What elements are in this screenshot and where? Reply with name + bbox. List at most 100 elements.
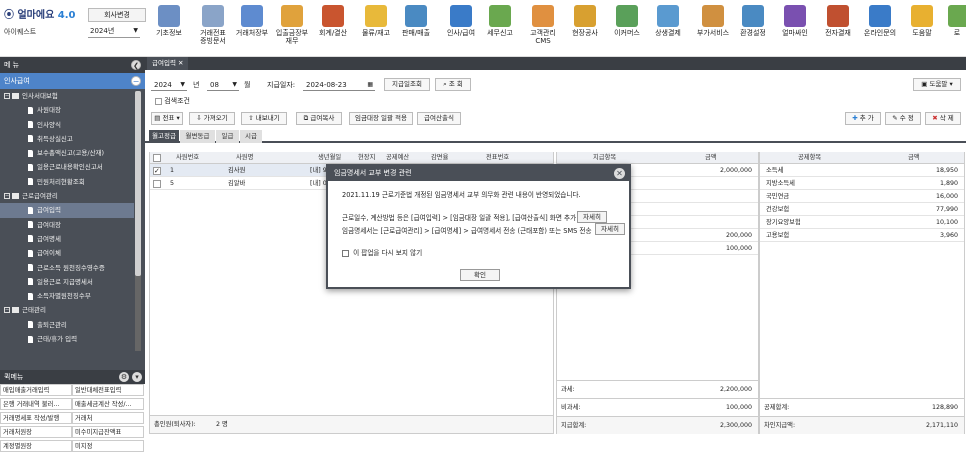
detail-button-1[interactable]: 자세히 — [577, 211, 607, 223]
close-icon[interactable]: ✕ — [178, 59, 183, 67]
copy-pay-button[interactable]: ⧉ 급여복사 — [296, 112, 342, 125]
expand-toggle-icon[interactable]: − — [4, 93, 10, 99]
top-menu-construction[interactable]: 현장공사 — [566, 0, 604, 56]
top-menu-people[interactable]: 고객관리 CMS — [525, 0, 561, 56]
sidebar-item[interactable]: 취득상실신고 — [0, 132, 134, 146]
subtab[interactable]: 월변동급 — [180, 130, 215, 143]
top-menu-chat[interactable]: 온라인문의 — [860, 0, 900, 56]
top-menu-logout[interactable]: 로 — [948, 0, 966, 56]
switch-company-button[interactable]: 회사변경 — [88, 8, 146, 22]
pay-formula-button[interactable]: 급여산출식 — [417, 112, 461, 125]
top-menu-person[interactable]: 인사/급여 — [442, 0, 480, 56]
sidebar-item[interactable]: − 인사서대보험 — [0, 89, 134, 103]
top-menu-ledger[interactable]: 거래전표 증빙문서 — [195, 0, 231, 56]
sidebar-item[interactable]: 급여입력 — [0, 203, 134, 218]
year-select[interactable]: 2024 ▼ — [151, 79, 187, 91]
detail-button-2[interactable]: 자세히 — [595, 223, 625, 235]
quick-menu-item[interactable]: 거래명세표 작성/발행 — [0, 412, 72, 424]
sidebar-item[interactable]: 사원대장 — [0, 103, 134, 117]
top-menu-calc[interactable]: 회계/결산 — [315, 0, 351, 56]
checkbox-icon[interactable] — [342, 249, 349, 257]
sidebar-item[interactable]: 일용근로내용확인신고서 — [0, 160, 134, 174]
export-button[interactable]: ⇧ 내보내기 — [241, 112, 287, 125]
confirm-button[interactable]: 확인 — [460, 269, 500, 281]
top-menu-shop[interactable]: 이커머스 — [609, 0, 645, 56]
deduct-item-row[interactable]: 장기요양보험 10,100 — [760, 216, 964, 229]
deduct-item-row[interactable]: 지방소득세 1,890 — [760, 177, 964, 190]
header-checkbox[interactable] — [153, 154, 161, 162]
quick-menu-item[interactable]: 계정별원장 — [0, 440, 72, 452]
sidebar-item[interactable]: 근로소득 원천징수영수증 — [0, 261, 134, 275]
top-menu-bank[interactable]: 부가서비스 — [691, 0, 735, 56]
quick-menu-item[interactable]: 미지정 — [72, 440, 144, 452]
apply-ledger-button[interactable]: 임금대장 일괄 적용 — [349, 112, 413, 125]
row-checkbox[interactable]: ✓ — [153, 167, 161, 175]
subtab[interactable]: 월고정급 — [149, 130, 179, 143]
import-button[interactable]: ⇩ 가져오기 — [189, 112, 235, 125]
quick-menu-item[interactable]: 거래처원장 — [0, 426, 72, 438]
add-button[interactable]: ✚ 추 가 — [845, 112, 881, 125]
top-menu-card[interactable]: 상생결제 — [650, 0, 686, 56]
calendar-icon[interactable]: ▦ — [367, 79, 373, 91]
expand-toggle-icon[interactable]: − — [4, 307, 10, 314]
folder-icon — [12, 93, 19, 99]
top-menu-document[interactable]: 기초정보 — [150, 0, 188, 56]
quick-menu-item[interactable]: 매출세금계산 작성/... — [72, 398, 144, 410]
subtab[interactable]: 시급 — [240, 130, 262, 143]
quick-menu-item[interactable]: 거래처 — [72, 412, 144, 424]
month-select[interactable]: 08 ▼ — [207, 79, 239, 91]
delete-button[interactable]: ✖ 삭 제 — [925, 112, 961, 125]
sidebar-item[interactable]: 급여대장 — [0, 218, 134, 232]
fiscal-year-select[interactable]: 2024년 ▼ — [88, 25, 140, 38]
slip-button[interactable]: ▤ 전표 ▾ — [151, 112, 183, 125]
top-menu-approval[interactable]: 전자결재 — [819, 0, 857, 56]
sidebar-item[interactable]: 근태/휴가 입력 — [0, 332, 134, 346]
section-header[interactable]: 인사급여 − — [0, 73, 145, 89]
edit-button[interactable]: ✎ 수 정 — [885, 112, 921, 125]
pay-date-input[interactable]: 2024-08-23 ▦ — [303, 79, 375, 91]
sidebar-item[interactable]: 일용근로 지급명세서 — [0, 275, 134, 289]
quick-menu-item[interactable]: 미수미지급잔액표 — [72, 426, 144, 438]
quick-menu-item[interactable]: 은행 거래내역 불러... — [0, 398, 72, 410]
top-menu-book[interactable]: 거래처장부 — [233, 0, 271, 56]
top-menu-help[interactable]: 도움말 — [905, 0, 939, 56]
gear-icon[interactable]: ⚙ — [119, 372, 129, 382]
subtab[interactable]: 일급 — [216, 130, 239, 143]
sidebar-item[interactable]: − 근태관리 — [0, 303, 134, 317]
search-condition-toggle[interactable]: 검색조건 — [155, 95, 190, 107]
quick-menu-item[interactable]: 매입매출거래입력 — [0, 384, 72, 396]
close-icon[interactable]: ✕ — [614, 168, 625, 179]
deduct-item-row[interactable]: 건강보험 77,990 — [760, 203, 964, 216]
search-button[interactable]: ⌕ 조 회 — [435, 78, 471, 91]
checkbox-icon[interactable] — [155, 97, 162, 105]
top-menu-house[interactable]: 입출금장부 재무 — [272, 0, 312, 56]
row-checkbox[interactable] — [153, 180, 161, 188]
help-button[interactable]: ▣ 도움말 ▾ — [913, 78, 961, 91]
pay-date-query-button[interactable]: 지급일조회 — [384, 78, 430, 91]
minus-icon[interactable]: − — [131, 76, 141, 86]
top-menu-truck[interactable]: 물류/재고 — [358, 0, 394, 56]
top-menu-cart[interactable]: 판매/매출 — [398, 0, 434, 56]
sidebar-scrollbar[interactable] — [135, 91, 141, 351]
deduct-item-row[interactable]: 고용보험 3,960 — [760, 229, 964, 242]
sidebar-item[interactable]: 급여명세 — [0, 232, 134, 246]
tab-pay-entry[interactable]: 급여입력 ✕ — [147, 57, 189, 70]
sidebar-item[interactable]: 인사양식 — [0, 118, 134, 132]
sidebar-item[interactable]: 급여이체 — [0, 246, 134, 260]
collapse-icon[interactable]: ❮ — [131, 60, 141, 70]
top-menu-gear[interactable]: 환경설정 — [735, 0, 771, 56]
quick-menu-item[interactable]: 일반대체전표입력 — [72, 384, 144, 396]
scrollbar-thumb[interactable] — [135, 91, 141, 276]
chevron-down-icon[interactable]: ▾ — [132, 372, 142, 382]
sidebar-item[interactable]: 보수총액신고(고용/산재) — [0, 146, 134, 160]
sidebar-item[interactable]: 민원처리현황조회 — [0, 175, 134, 189]
top-menu-sign[interactable]: 얼마싸인 — [777, 0, 813, 56]
deduct-item-row[interactable]: 소득세 18,950 — [760, 164, 964, 177]
sidebar-item[interactable]: − 근로급여관리 — [0, 189, 134, 203]
sidebar-item[interactable]: 소득자별원천징수부 — [0, 289, 134, 303]
top-menu-tax[interactable]: 세무신고 — [482, 0, 518, 56]
sidebar-item[interactable]: 출퇴근관리 — [0, 318, 134, 332]
hide-popup-option[interactable]: 이 팝업을 다시 보지 않기 — [342, 248, 422, 258]
expand-toggle-icon[interactable]: − — [4, 193, 10, 200]
deduct-item-row[interactable]: 국민연금 16,000 — [760, 190, 964, 203]
